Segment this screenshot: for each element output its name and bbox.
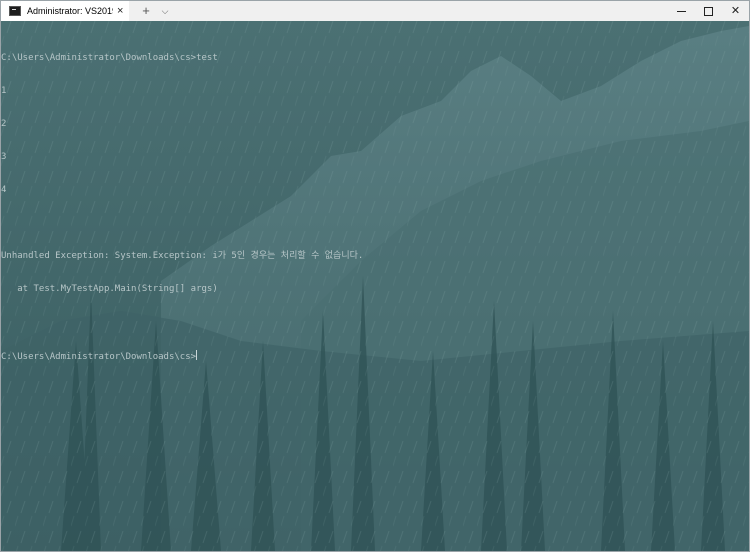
tab-active[interactable]: Administrator: VS2019 Dev Prc ×: [1, 1, 129, 21]
text-cursor: [196, 350, 198, 360]
terminal-line: at Test.MyTestApp.Main(String[] args): [1, 284, 218, 294]
terminal-line: 3: [1, 152, 7, 162]
new-tab-button[interactable]: +: [135, 1, 157, 21]
minimize-icon: [677, 10, 686, 12]
terminal-output: C:\Users\Administrator\Downloads\cs>test…: [1, 31, 363, 385]
terminal-line: 2: [1, 119, 7, 129]
tab-close-icon[interactable]: ×: [117, 1, 123, 21]
title-bar: Administrator: VS2019 Dev Prc × + ⌵ ✕: [1, 1, 749, 21]
terminal-line: 4: [1, 185, 7, 195]
terminal-icon: [9, 6, 21, 16]
terminal-line: Unhandled Exception: System.Exception: i…: [1, 251, 364, 261]
tab-dropdown-button[interactable]: ⌵: [157, 1, 173, 21]
title-bar-drag-area[interactable]: [173, 1, 668, 21]
maximize-icon: [704, 6, 713, 16]
terminal-window: Administrator: VS2019 Dev Prc × + ⌵ ✕: [0, 0, 750, 552]
minimize-button[interactable]: [668, 1, 695, 21]
terminal-line: C:\Users\Administrator\Downloads\cs>test: [1, 53, 218, 63]
tab-title: Administrator: VS2019 Dev Prc: [27, 6, 113, 16]
terminal-prompt: C:\Users\Administrator\Downloads\cs>: [1, 352, 197, 362]
terminal-prompt-line[interactable]: C:\Users\Administrator\Downloads\cs>: [1, 350, 363, 363]
maximize-button[interactable]: [695, 1, 722, 21]
terminal-area[interactable]: C:\Users\Administrator\Downloads\cs>test…: [1, 21, 749, 551]
terminal-line: 1: [1, 86, 7, 96]
close-button[interactable]: ✕: [722, 1, 749, 21]
